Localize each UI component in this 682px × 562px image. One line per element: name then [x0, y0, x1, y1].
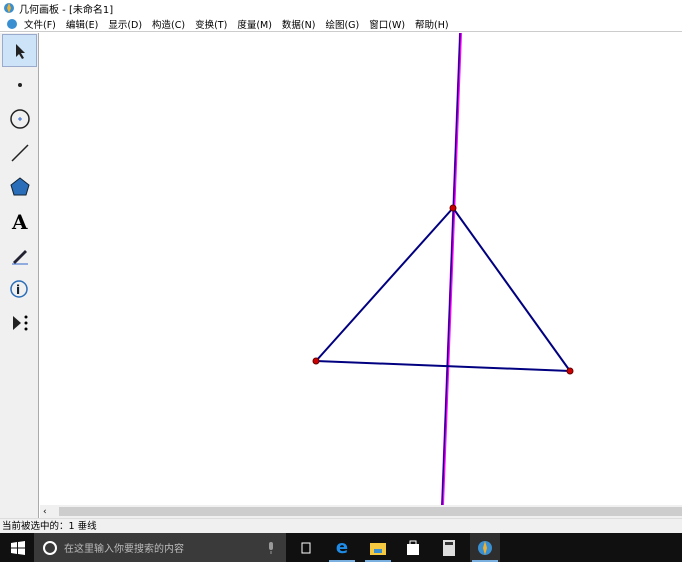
scrollbar-thumb[interactable] [58, 507, 682, 516]
menu-edit[interactable]: 编辑(E) [66, 17, 98, 31]
perpendicular-line[interactable] [441, 32, 461, 506]
play-icon [12, 315, 27, 330]
info-tool[interactable]: i [2, 272, 37, 305]
doc-icon [7, 18, 17, 29]
custom-tool[interactable] [2, 306, 37, 339]
point-a[interactable] [449, 204, 457, 212]
start-button[interactable] [3, 533, 33, 562]
sketchpad-icon [478, 540, 492, 555]
scroll-left-icon[interactable]: ‹ [43, 507, 47, 517]
title-bar: 几何画板 - [未命名1] [0, 0, 682, 16]
horizontal-scrollbar[interactable]: ‹ [40, 505, 682, 518]
polygon-icon [9, 176, 30, 195]
folder-icon [370, 542, 386, 555]
search-box[interactable]: 在这里输入你要搜索的内容 [34, 533, 286, 562]
svg-text:i: i [16, 283, 20, 297]
edge-button[interactable]: e [327, 533, 357, 562]
circle-icon [9, 108, 30, 129]
polygon-tool[interactable] [2, 170, 37, 203]
store-icon [407, 540, 419, 555]
point-tool[interactable] [2, 68, 37, 101]
menu-transform[interactable]: 变换(T) [195, 17, 227, 31]
app-icon [4, 3, 14, 13]
menu-graph[interactable]: 绘图(G) [325, 17, 359, 31]
segment-ac[interactable] [452, 207, 571, 372]
svg-text:A: A [11, 210, 28, 232]
task-view-icon [301, 542, 311, 553]
menu-construct[interactable]: 构造(C) [152, 17, 185, 31]
sketch-svg [312, 32, 574, 506]
compass-tool[interactable] [2, 102, 37, 135]
segment-ab[interactable] [315, 207, 454, 362]
segment-icon [10, 143, 29, 162]
calculator-button[interactable] [434, 533, 464, 562]
menu-help[interactable]: 帮助(H) [415, 17, 449, 31]
menu-window[interactable]: 窗口(W) [369, 17, 405, 31]
explorer-button[interactable] [363, 533, 393, 562]
toolbox: A i [0, 33, 39, 518]
task-view-button[interactable] [291, 533, 321, 562]
menu-display[interactable]: 显示(D) [108, 17, 142, 31]
text-tool[interactable]: A [2, 204, 37, 237]
arrow-tool[interactable] [2, 34, 37, 67]
windows-icon [11, 540, 25, 555]
menu-bar: 文件(F) 编辑(E) 显示(D) 构造(C) 变换(T) 度量(M) 数据(N… [0, 16, 682, 32]
calculator-icon [443, 539, 455, 556]
point-icon [17, 82, 22, 87]
microphone-icon[interactable] [266, 541, 276, 555]
segment-bc[interactable] [315, 360, 571, 372]
status-bar: 当前被选中的：1 垂线 [0, 518, 682, 533]
sketchpad-button[interactable] [470, 533, 500, 562]
search-placeholder: 在这里输入你要搜索的内容 [64, 544, 184, 555]
window-title: 几何画板 - [未命名1] [19, 4, 114, 16]
marker-tool[interactable] [2, 238, 37, 271]
taskbar: 在这里输入你要搜索的内容 e [0, 533, 682, 562]
pen-icon [11, 249, 28, 264]
arrow-icon [15, 43, 25, 59]
info-icon: i [9, 279, 28, 298]
line-tool[interactable] [2, 136, 37, 169]
cortana-icon [43, 540, 57, 555]
store-button[interactable] [398, 533, 428, 562]
point-b[interactable] [312, 357, 320, 365]
menu-measure[interactable]: 度量(M) [237, 17, 272, 31]
menu-file[interactable]: 文件(F) [24, 17, 56, 31]
edge-icon: e [335, 537, 349, 558]
menu-data[interactable]: 数据(N) [282, 17, 316, 31]
sketch-canvas[interactable] [40, 32, 682, 506]
text-icon: A [11, 210, 28, 232]
point-c[interactable] [566, 367, 574, 375]
